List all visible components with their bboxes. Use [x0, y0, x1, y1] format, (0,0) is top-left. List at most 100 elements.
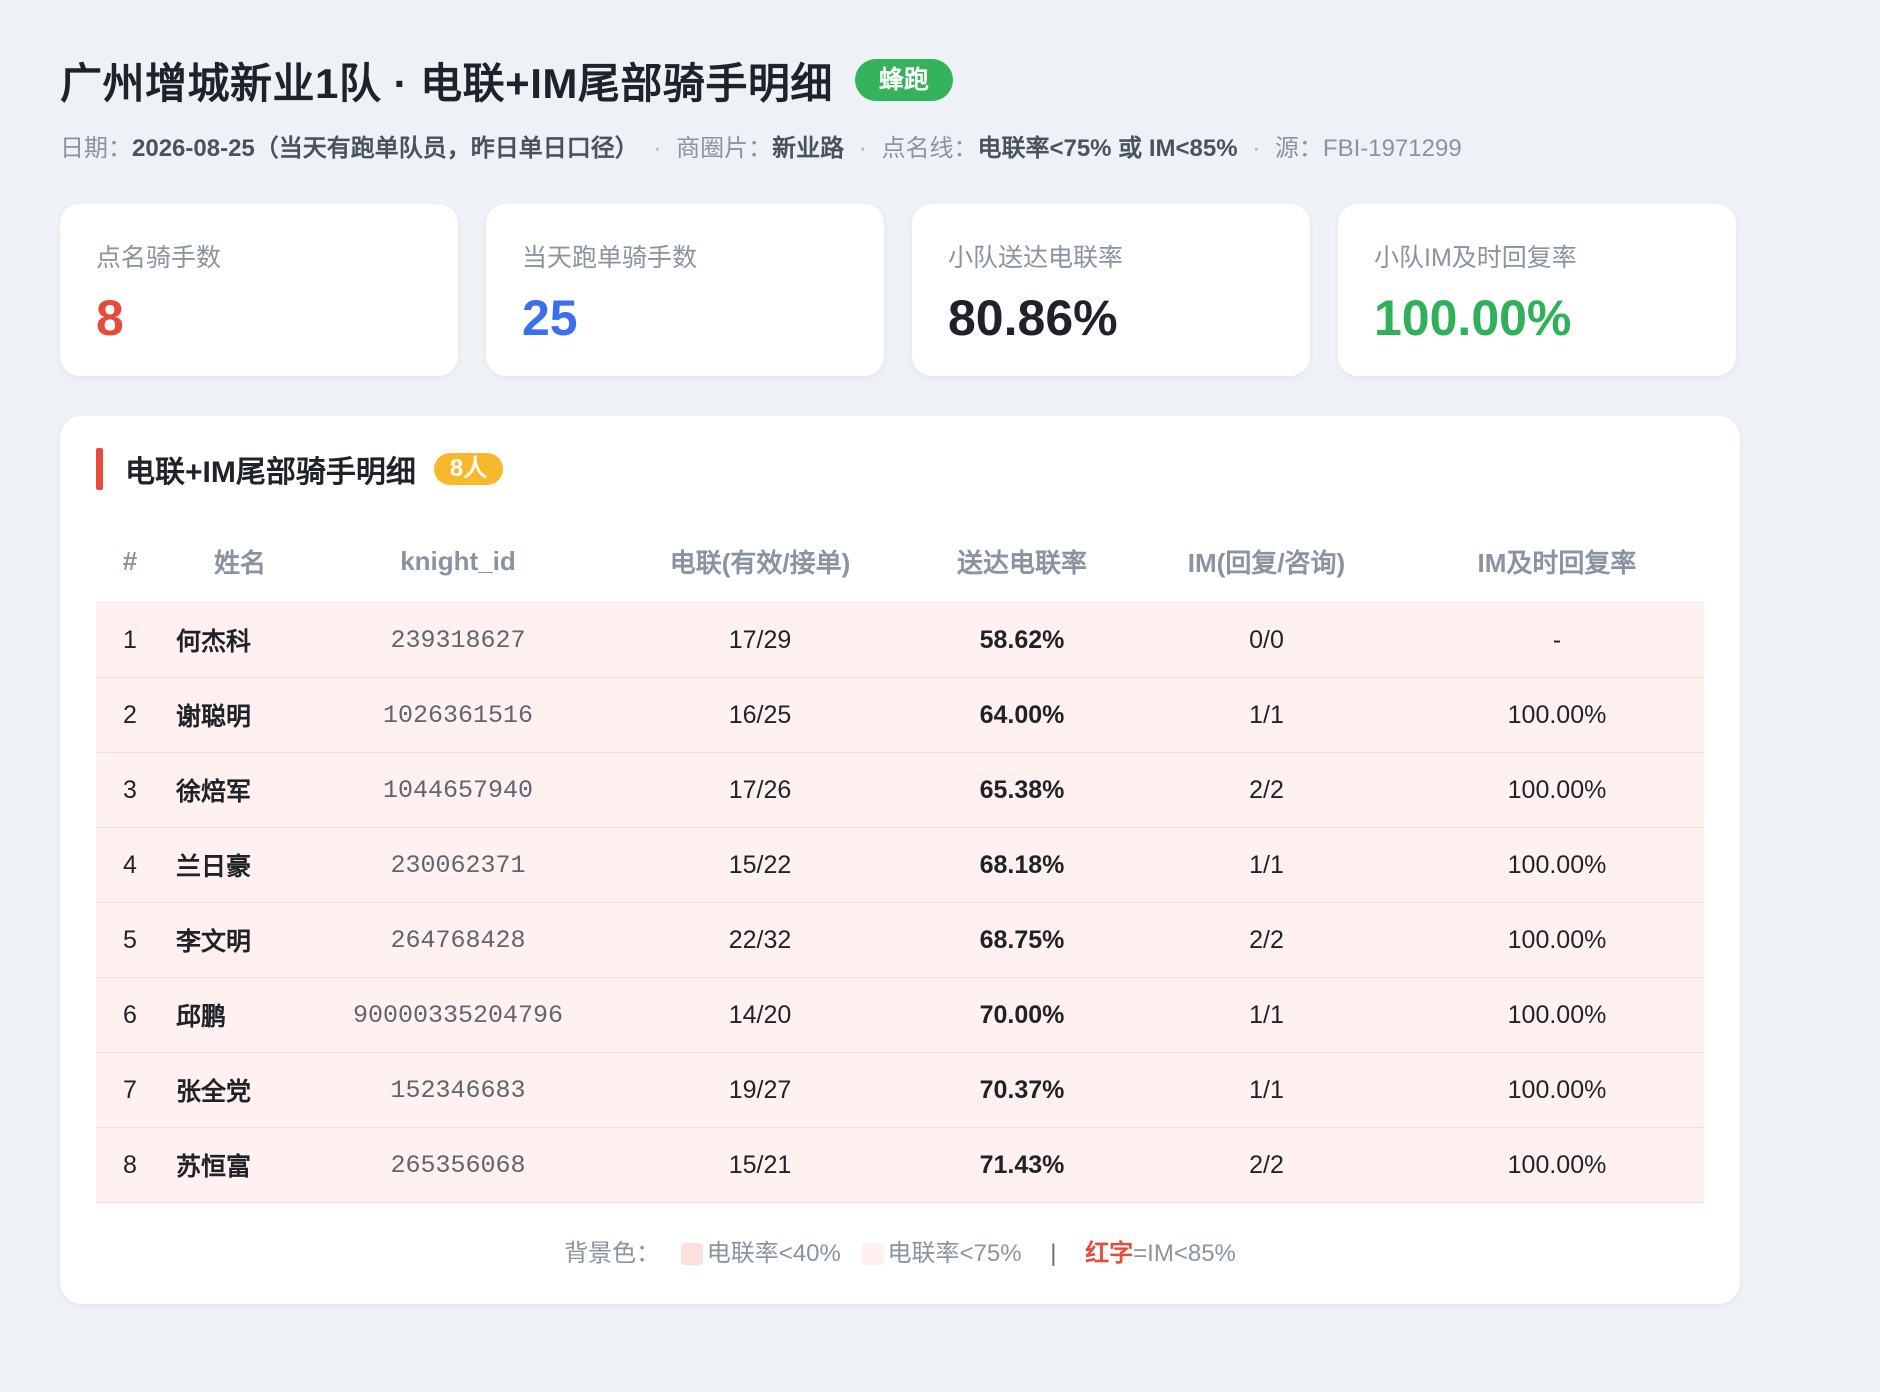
cell-calls: 19/27	[599, 1052, 921, 1128]
stat-label: 当天跑单骑手数	[522, 244, 698, 272]
cell-knight-id: 1044657940	[317, 752, 599, 828]
cell-calls: 17/29	[599, 602, 921, 678]
legend-item-severe: 电联率<40%	[706, 1240, 841, 1267]
page-title: 广州增城新业1队 · 电联+IM尾部骑手明细	[60, 59, 833, 107]
stat-card-im-rate: 小队IM及时回复率 100.00%	[1338, 204, 1736, 376]
table-row: 7 张全党 152346683 19/27 70.37% 1/1 100.00%	[96, 1052, 1704, 1128]
panel-accent-bar	[96, 448, 103, 490]
cell-im: 2/2	[1123, 1127, 1410, 1203]
cell-im: 1/1	[1123, 677, 1410, 753]
table-row: 6 邱鹏 90000335204796 14/20 70.00% 1/1 100…	[96, 977, 1704, 1053]
legend-swatch-severe	[680, 1243, 703, 1265]
cell-im-rate: 100.00%	[1410, 1052, 1704, 1128]
meta-separator: ·	[858, 135, 867, 162]
cell-index: 8	[96, 1127, 164, 1203]
cell-calls: 22/32	[599, 902, 921, 978]
cell-index: 6	[96, 977, 164, 1053]
cell-name: 李文明	[164, 902, 317, 978]
stat-card-called-riders: 点名骑手数 8	[60, 204, 458, 376]
table-row: 3 徐焙军 1044657940 17/26 65.38% 2/2 100.00…	[96, 752, 1704, 828]
cell-name: 谢聪明	[164, 677, 317, 753]
column-header-name: 姓名	[164, 520, 317, 603]
cell-knight-id: 1026361516	[317, 677, 599, 753]
detail-panel: 电联+IM尾部骑手明细 8人 # 姓名 knight_id 电联(有效/接单) …	[60, 416, 1740, 1304]
cell-call-rate: 70.00%	[921, 977, 1123, 1053]
cell-call-rate: 65.38%	[921, 752, 1123, 828]
cell-index: 1	[96, 602, 164, 678]
cell-calls: 14/20	[599, 977, 921, 1053]
cell-index: 7	[96, 1052, 164, 1128]
cell-im: 1/1	[1123, 827, 1410, 903]
cell-im-rate: 100.00%	[1410, 977, 1704, 1053]
cell-calls: 15/22	[599, 827, 921, 903]
cell-im-rate: 100.00%	[1410, 677, 1704, 753]
cell-im-rate: 100.00%	[1410, 902, 1704, 978]
date-value: 2026-08-25（当天有跑单队员，昨日单日口径）	[132, 135, 639, 162]
cell-calls: 17/26	[599, 752, 921, 828]
cell-index: 4	[96, 827, 164, 903]
cell-calls: 16/25	[599, 677, 921, 753]
stat-cards: 点名骑手数 8 当天跑单骑手数 25 小队送达电联率 80.86% 小队IM及时…	[60, 204, 1820, 376]
platform-badge: 蜂跑	[854, 59, 953, 101]
cell-name: 张全党	[164, 1052, 317, 1128]
legend-red-text: 红字	[1085, 1240, 1134, 1267]
table-row: 8 苏恒富 265356068 15/21 71.43% 2/2 100.00%	[96, 1127, 1704, 1203]
column-header-call-rate: 送达电联率	[921, 520, 1123, 603]
area-label: 商圈片：	[676, 135, 773, 162]
stat-label: 点名骑手数	[96, 244, 222, 272]
table-row: 5 李文明 264768428 22/32 68.75% 2/2 100.00%	[96, 902, 1704, 978]
table-header-row: # 姓名 knight_id 电联(有效/接单) 送达电联率 IM(回复/咨询)…	[96, 520, 1704, 603]
stat-value: 8	[96, 290, 124, 346]
meta-separator: ·	[653, 135, 662, 162]
table-legend: 背景色： 电联率<40% 电联率<75% | 红字=IM<85%	[96, 1233, 1704, 1268]
legend-item-low: 电联率<75%	[887, 1240, 1022, 1267]
cell-im: 2/2	[1123, 752, 1410, 828]
cell-call-rate: 70.37%	[921, 1052, 1123, 1128]
cell-knight-id: 239318627	[317, 602, 599, 678]
area-value: 新业路	[772, 135, 845, 162]
column-header-knight-id: knight_id	[317, 520, 599, 603]
table-row: 4 兰日豪 230062371 15/22 68.18% 1/1 100.00%	[96, 827, 1704, 903]
cell-knight-id: 230062371	[317, 827, 599, 903]
cell-call-rate: 71.43%	[921, 1127, 1123, 1203]
threshold-value: 电联率<75% 或 IM<85%	[977, 135, 1238, 162]
cell-index: 2	[96, 677, 164, 753]
cell-call-rate: 58.62%	[921, 602, 1123, 678]
count-badge: 8人	[433, 453, 504, 485]
cell-name: 徐焙军	[164, 752, 317, 828]
page: 广州增城新业1队 · 电联+IM尾部骑手明细 蜂跑 日期：2026-08-25（…	[0, 0, 1880, 1304]
cell-im: 2/2	[1123, 902, 1410, 978]
legend-red-rule: =IM<85%	[1133, 1240, 1236, 1267]
cell-name: 兰日豪	[164, 827, 317, 903]
cell-index: 3	[96, 752, 164, 828]
cell-im-rate: 100.00%	[1410, 1127, 1704, 1203]
cell-calls: 15/21	[599, 1127, 921, 1203]
cell-call-rate: 68.75%	[921, 902, 1123, 978]
cell-call-rate: 68.18%	[921, 827, 1123, 903]
cell-knight-id: 152346683	[317, 1052, 599, 1128]
cell-im-rate: -	[1410, 602, 1704, 678]
rider-table: # 姓名 knight_id 电联(有效/接单) 送达电联率 IM(回复/咨询)…	[96, 520, 1704, 1203]
column-header-im: IM(回复/咨询)	[1123, 520, 1410, 603]
legend-separator: |	[1050, 1240, 1057, 1267]
stat-label: 小队送达电联率	[948, 244, 1124, 272]
table-row: 1 何杰科 239318627 17/29 58.62% 0/0 -	[96, 602, 1704, 678]
stat-value: 80.86%	[948, 290, 1118, 346]
cell-index: 5	[96, 902, 164, 978]
cell-knight-id: 265356068	[317, 1127, 599, 1203]
cell-knight-id: 90000335204796	[317, 977, 599, 1053]
stat-card-active-riders: 当天跑单骑手数 25	[486, 204, 884, 376]
cell-knight-id: 264768428	[317, 902, 599, 978]
stat-label: 小队IM及时回复率	[1374, 244, 1577, 272]
threshold-label: 点名线：	[881, 135, 978, 162]
column-header-index: #	[96, 520, 164, 603]
legend-swatch-low	[861, 1243, 884, 1265]
cell-name: 何杰科	[164, 602, 317, 678]
cell-im: 0/0	[1123, 602, 1410, 678]
cell-name: 苏恒富	[164, 1127, 317, 1203]
stat-value: 25	[522, 290, 578, 346]
date-label: 日期：	[60, 135, 132, 162]
header: 广州增城新业1队 · 电联+IM尾部骑手明细 蜂跑	[60, 48, 1820, 112]
page-meta: 日期：2026-08-25（当天有跑单队员，昨日单日口径） · 商圈片：新业路 …	[60, 132, 1820, 166]
cell-call-rate: 64.00%	[921, 677, 1123, 753]
